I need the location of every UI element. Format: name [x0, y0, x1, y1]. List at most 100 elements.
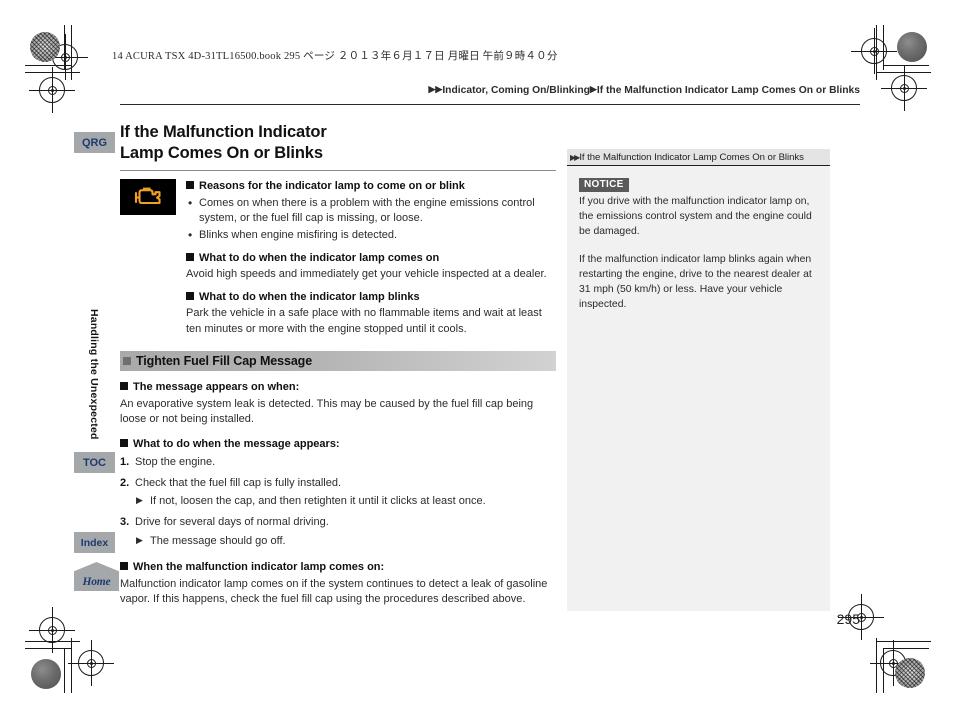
crop-mark	[883, 65, 929, 66]
main-column: If the Malfunction Indicator Lamp Comes O…	[120, 122, 556, 607]
breadcrumb-parent[interactable]: Indicator, Coming On/Blinking	[442, 85, 590, 96]
appears-heading: The message appears on when:	[120, 380, 556, 395]
color-patch-bottom-left	[31, 659, 61, 689]
page-title-line1: If the Malfunction Indicator	[120, 123, 327, 141]
comes-on-text: Avoid high speeds and immediately get yo…	[186, 268, 547, 281]
square-bullet-icon	[120, 561, 128, 570]
registration-mark-upper-right	[881, 65, 927, 111]
lamp-on-heading: When the malfunction indicator lamp come…	[120, 560, 556, 575]
tab-toc[interactable]: TOC	[74, 452, 115, 473]
step-substep: ▶ If not, loosen the cap, and then retig…	[120, 494, 556, 509]
sidebar-body: NOTICE If you drive with the malfunction…	[567, 166, 830, 312]
sidebar-header-label: If the Malfunction Indicator Lamp Comes …	[579, 151, 804, 163]
lamp-on-text: Malfunction indicator lamp comes on if t…	[120, 577, 548, 605]
registration-mark-upper-left	[29, 67, 75, 113]
book-slug-line: 14 ACURA TSX 4D-31TL16500.book 295 ページ ２…	[112, 51, 558, 62]
reasons-bullet-list: Comes on when there is a problem with th…	[186, 195, 556, 244]
lamp-on-heading-label: When the malfunction indicator lamp come…	[133, 560, 385, 573]
page-content: ▶▶Indicator, Coming On/Blinking▶If the M…	[70, 84, 860, 632]
square-bullet-icon	[186, 252, 194, 261]
sidebar-panel: ▶▶ If the Malfunction Indicator Lamp Com…	[567, 149, 830, 611]
double-chevron-icon: ▶▶	[570, 152, 580, 162]
crop-mark	[876, 638, 877, 693]
crop-mark	[883, 25, 884, 70]
notice-badge: NOTICE	[579, 178, 629, 192]
crop-mark	[876, 72, 931, 73]
crop-mark	[876, 641, 931, 642]
tab-home-label: Home	[82, 576, 111, 588]
step-item: 2. Check that the fuel fill cap is fully…	[120, 476, 556, 491]
step-text: Check that the fuel fill cap is fully in…	[135, 476, 342, 489]
comes-on-heading: What to do when the indicator lamp comes…	[186, 251, 556, 266]
breadcrumb-current: If the Malfunction Indicator Lamp Comes …	[596, 85, 860, 96]
reasons-heading-label: Reasons for the indicator lamp to come o…	[199, 180, 465, 193]
notice-paragraph: If the malfunction indicator lamp blinks…	[579, 254, 812, 310]
step-text: Stop the engine.	[135, 455, 216, 468]
lamp-reasons-block: Reasons for the indicator lamp to come o…	[120, 179, 556, 337]
registration-mark-bottom-left	[68, 640, 114, 686]
page-title: If the Malfunction Indicator Lamp Comes O…	[120, 122, 556, 164]
crop-mark	[71, 638, 72, 693]
comes-on-heading-label: What to do when the indicator lamp comes…	[199, 251, 440, 264]
step-substep-text: If not, loosen the cap, and then retight…	[150, 495, 486, 508]
crop-mark	[25, 641, 80, 642]
step-text: Drive for several days of normal driving…	[135, 516, 329, 529]
appears-text: An evaporative system leak is detected. …	[120, 397, 534, 425]
breadcrumb: ▶▶Indicator, Coming On/Blinking▶If the M…	[120, 84, 860, 101]
list-item: Comes on when there is a problem with th…	[186, 195, 556, 226]
step-item: 1. Stop the engine.	[120, 455, 556, 470]
check-engine-lamp-glyph	[134, 187, 161, 205]
square-bullet-icon	[186, 291, 194, 300]
crop-mark	[883, 648, 929, 649]
crop-mark	[64, 25, 65, 70]
blinks-heading-label: What to do when the indicator lamp blink…	[199, 290, 420, 303]
color-patch-top-left	[30, 32, 60, 62]
triangle-bullet-icon: ▶	[136, 495, 143, 506]
square-bullet-icon	[186, 181, 194, 190]
page-title-line2: Lamp Comes On or Blinks	[120, 144, 323, 163]
triangle-bullet-icon: ▶	[136, 534, 143, 545]
tab-qrg-label: QRG	[81, 136, 108, 149]
tab-qrg[interactable]: QRG	[74, 132, 115, 153]
crop-mark	[25, 72, 80, 73]
tab-index-label: Index	[80, 536, 109, 549]
step-number: 3.	[120, 516, 130, 529]
list-item: Blinks when engine misfiring is detected…	[186, 227, 556, 244]
crop-mark	[64, 648, 65, 693]
notice-paragraph: If you drive with the malfunction indica…	[579, 196, 812, 237]
header-rule	[120, 104, 860, 105]
color-patch-top-right	[897, 32, 927, 62]
color-patch-bottom-right	[895, 658, 925, 688]
crop-mark	[883, 648, 884, 693]
appears-heading-label: The message appears on when:	[133, 380, 300, 393]
breadcrumb-single-arrow-icon: ▶	[589, 84, 597, 94]
step-number: 1.	[120, 455, 130, 468]
square-bullet-icon	[120, 438, 128, 447]
tab-toc-label: TOC	[82, 456, 107, 469]
crop-mark	[25, 65, 71, 66]
breadcrumb-double-arrow-icon: ▶▶	[428, 84, 443, 94]
page-number: 295	[836, 611, 860, 627]
square-bullet-icon	[120, 381, 128, 390]
section-header-bar: Tighten Fuel Fill Cap Message	[120, 350, 556, 371]
step-substep-text: The message should go off.	[150, 534, 286, 547]
chapter-marker: Handling the Unexpected	[88, 309, 100, 440]
tab-index[interactable]: Index	[74, 532, 115, 553]
whattodo-heading-label: What to do when the message appears:	[133, 437, 340, 450]
square-bullet-icon	[123, 356, 131, 365]
crop-mark	[25, 648, 71, 649]
reasons-heading: Reasons for the indicator lamp to come o…	[186, 179, 556, 194]
title-rule	[120, 170, 556, 172]
step-substep: ▶ The message should go off.	[120, 534, 556, 549]
whattodo-heading: What to do when the message appears:	[120, 437, 556, 452]
section-header-label: Tighten Fuel Fill Cap Message	[136, 353, 313, 368]
sidebar-header: ▶▶ If the Malfunction Indicator Lamp Com…	[567, 149, 830, 166]
step-item: 3. Drive for several days of normal driv…	[120, 515, 556, 530]
lamp-reasons-text: Reasons for the indicator lamp to come o…	[186, 179, 556, 337]
registration-mark-lower-left	[29, 607, 75, 653]
check-engine-lamp-icon	[120, 179, 176, 216]
tab-home[interactable]: Home	[74, 562, 119, 591]
blinks-text: Park the vehicle in a safe place with no…	[186, 307, 542, 335]
step-number: 2.	[120, 476, 130, 489]
blinks-heading: What to do when the indicator lamp blink…	[186, 290, 556, 305]
